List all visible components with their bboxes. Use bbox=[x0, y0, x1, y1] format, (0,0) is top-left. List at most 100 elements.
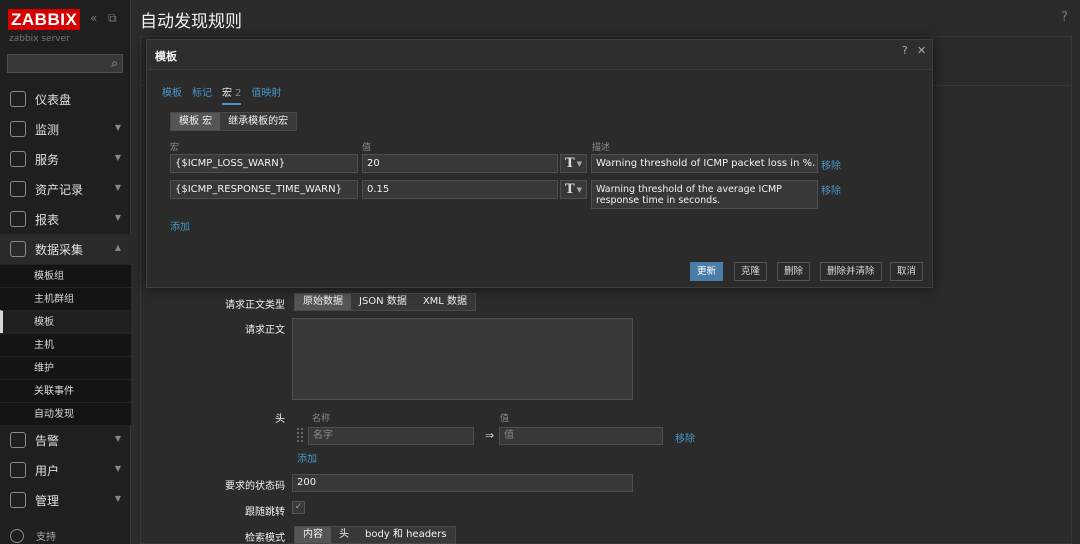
macro-remove-link[interactable]: 移除 bbox=[821, 157, 841, 172]
menu-item-administration[interactable]: 管理 ▼ bbox=[0, 485, 131, 515]
body-type-label: 请求正文类型 bbox=[225, 300, 285, 311]
chevron-down-icon: ▼ bbox=[114, 123, 121, 132]
macro-view-selector: 模板 宏 继承模板的宏 bbox=[170, 112, 298, 131]
data-collection-icon bbox=[10, 241, 26, 257]
sidebar-search-input[interactable]: ⌕ bbox=[7, 54, 123, 73]
header-remove-link[interactable]: 移除 bbox=[675, 430, 695, 445]
server-name: zabbix server bbox=[9, 34, 70, 44]
delete-button[interactable]: 删除 bbox=[777, 262, 811, 281]
request-body-textarea[interactable] bbox=[292, 318, 633, 400]
menu-item-label: 仪表盘 bbox=[35, 92, 72, 107]
users-icon bbox=[10, 462, 26, 478]
dashboard-icon bbox=[10, 91, 26, 107]
macro-type-button[interactable]: T ▼ bbox=[560, 180, 587, 199]
modal-help-icon[interactable]: ? bbox=[902, 44, 908, 57]
zabbix-logo[interactable]: ZABBIX bbox=[8, 9, 81, 30]
menu-item-reports[interactable]: 报表 ▼ bbox=[0, 204, 131, 234]
body-type-option-xml[interactable]: XML 数据 bbox=[415, 294, 475, 310]
submenu-item-event-correlation[interactable]: 关联事件 bbox=[0, 379, 131, 402]
body-type-option-json[interactable]: JSON 数据 bbox=[351, 294, 415, 310]
header-value-input[interactable]: 值 bbox=[499, 427, 663, 445]
help-icon[interactable]: ? bbox=[1061, 10, 1068, 25]
header-arrow: ⇒ bbox=[485, 429, 495, 442]
macro-name-input[interactable]: {$ICMP_LOSS_WARN} bbox=[170, 154, 358, 173]
tab-macros[interactable]: 宏2 bbox=[222, 84, 242, 105]
menu-item-label: 数据采集 bbox=[35, 242, 84, 257]
retrieve-mode-option-both[interactable]: body 和 headers bbox=[357, 527, 455, 543]
macro-type-button[interactable]: T ▼ bbox=[560, 154, 587, 173]
page-title: 自动发现规则 bbox=[140, 12, 242, 32]
drag-handle-icon[interactable] bbox=[297, 428, 303, 442]
search-icon[interactable]: ⌕ bbox=[111, 56, 118, 71]
submenu-item-hosts[interactable]: 主机 bbox=[0, 333, 131, 356]
inventory-icon bbox=[10, 181, 26, 197]
menu-item-dashboard[interactable]: 仪表盘 bbox=[0, 84, 131, 114]
body-type-option-raw[interactable]: 原始数据 bbox=[295, 294, 351, 310]
menu-item-services[interactable]: 服务 ▼ bbox=[0, 144, 131, 174]
chevron-down-icon: ▼ bbox=[114, 213, 121, 222]
menu-item-label: 监测 bbox=[35, 122, 60, 137]
headers-label: 头 bbox=[275, 414, 285, 425]
macro-view-inherited[interactable]: 继承模板的宏 bbox=[220, 113, 296, 130]
tab-macros-label: 宏 bbox=[222, 88, 232, 99]
menu-item-data-collection[interactable]: 数据采集 ▲ bbox=[0, 234, 131, 264]
status-codes-input[interactable]: 200 bbox=[292, 474, 633, 492]
macro-description-input[interactable]: Warning threshold of the average ICMP re… bbox=[591, 180, 818, 209]
follow-redirects-label: 跟随跳转 bbox=[245, 507, 285, 518]
macro-value-input[interactable]: 0.15 bbox=[362, 180, 558, 199]
menu-item-inventory[interactable]: 资产记录 ▼ bbox=[0, 174, 131, 204]
macro-view-template[interactable]: 模板 宏 bbox=[171, 113, 221, 130]
modal-header: 模板 ? ✕ bbox=[147, 40, 932, 70]
text-type-icon: T bbox=[564, 156, 575, 171]
delete-and-clear-button[interactable]: 删除并清除 bbox=[820, 262, 882, 281]
menu-item-label: 管理 bbox=[35, 493, 60, 508]
submenu-item-host-groups[interactable]: 主机群组 bbox=[0, 287, 131, 310]
support-icon bbox=[10, 528, 24, 543]
clone-button[interactable]: 克隆 bbox=[734, 262, 768, 281]
support-link[interactable]: 支持 bbox=[10, 528, 56, 543]
body-label: 请求正文 bbox=[245, 325, 285, 336]
menu-item-label: 告警 bbox=[35, 433, 60, 448]
menu-item-alerts[interactable]: 告警 ▼ bbox=[0, 425, 131, 455]
tab-templates[interactable]: 模板 bbox=[162, 84, 182, 105]
status-codes-label: 要求的状态码 bbox=[225, 481, 285, 492]
col-description: 描述 bbox=[592, 143, 611, 153]
collapse-sidebar-icon[interactable]: « bbox=[90, 11, 97, 25]
submenu-item-templates[interactable]: 模板 bbox=[0, 310, 131, 333]
chevron-down-icon: ▼ bbox=[114, 494, 121, 503]
retrieve-mode-option-headers[interactable]: 头 bbox=[331, 527, 357, 543]
retrieve-mode-option-body[interactable]: 内容 bbox=[295, 527, 331, 543]
macro-add-link[interactable]: 添加 bbox=[170, 218, 190, 233]
chevron-down-icon: ▼ bbox=[576, 159, 583, 168]
menu-item-monitoring[interactable]: 监测 ▼ bbox=[0, 114, 131, 144]
body-type-selector: 原始数据 JSON 数据 XML 数据 bbox=[294, 293, 477, 311]
close-icon[interactable]: ✕ bbox=[917, 44, 926, 57]
alerts-icon bbox=[10, 432, 26, 448]
submenu-item-maintenance[interactable]: 维护 bbox=[0, 356, 131, 379]
chevron-down-icon: ▼ bbox=[114, 434, 121, 443]
tab-macros-count: 2 bbox=[235, 88, 242, 99]
main-menu: 仪表盘 监测 ▼ 服务 ▼ 资产记录 ▼ 报表 ▼ 数据采集 ▲ 模板组 主机群… bbox=[0, 84, 131, 515]
chevron-down-icon: ▼ bbox=[114, 183, 121, 192]
reports-icon bbox=[10, 211, 26, 227]
header-add-link[interactable]: 添加 bbox=[297, 450, 317, 465]
macro-remove-link[interactable]: 移除 bbox=[821, 182, 841, 197]
submenu-item-template-groups[interactable]: 模板组 bbox=[0, 264, 131, 287]
tab-value-mapping[interactable]: 值映射 bbox=[251, 84, 281, 105]
text-type-icon: T bbox=[564, 182, 575, 197]
support-label: 支持 bbox=[36, 532, 56, 543]
update-button[interactable]: 更新 bbox=[690, 262, 724, 281]
cancel-button[interactable]: 取消 bbox=[890, 262, 924, 281]
menu-item-users[interactable]: 用户 ▼ bbox=[0, 455, 131, 485]
col-value: 值 bbox=[362, 143, 372, 153]
macro-description-input[interactable]: Warning threshold of ICMP packet loss in… bbox=[591, 154, 818, 173]
chevron-down-icon: ▼ bbox=[576, 185, 583, 194]
kiosk-mode-icon[interactable]: ⧉ bbox=[108, 11, 117, 26]
menu-item-label: 用户 bbox=[35, 463, 60, 478]
follow-redirects-checkbox[interactable]: ✓ bbox=[292, 501, 305, 514]
tab-tags[interactable]: 标记 bbox=[192, 84, 212, 105]
macro-name-input[interactable]: {$ICMP_RESPONSE_TIME_WARN} bbox=[170, 180, 358, 199]
submenu-item-discovery[interactable]: 自动发现 bbox=[0, 402, 131, 425]
macro-value-input[interactable]: 20 bbox=[362, 154, 558, 173]
header-name-input[interactable]: 名字 bbox=[308, 427, 474, 445]
